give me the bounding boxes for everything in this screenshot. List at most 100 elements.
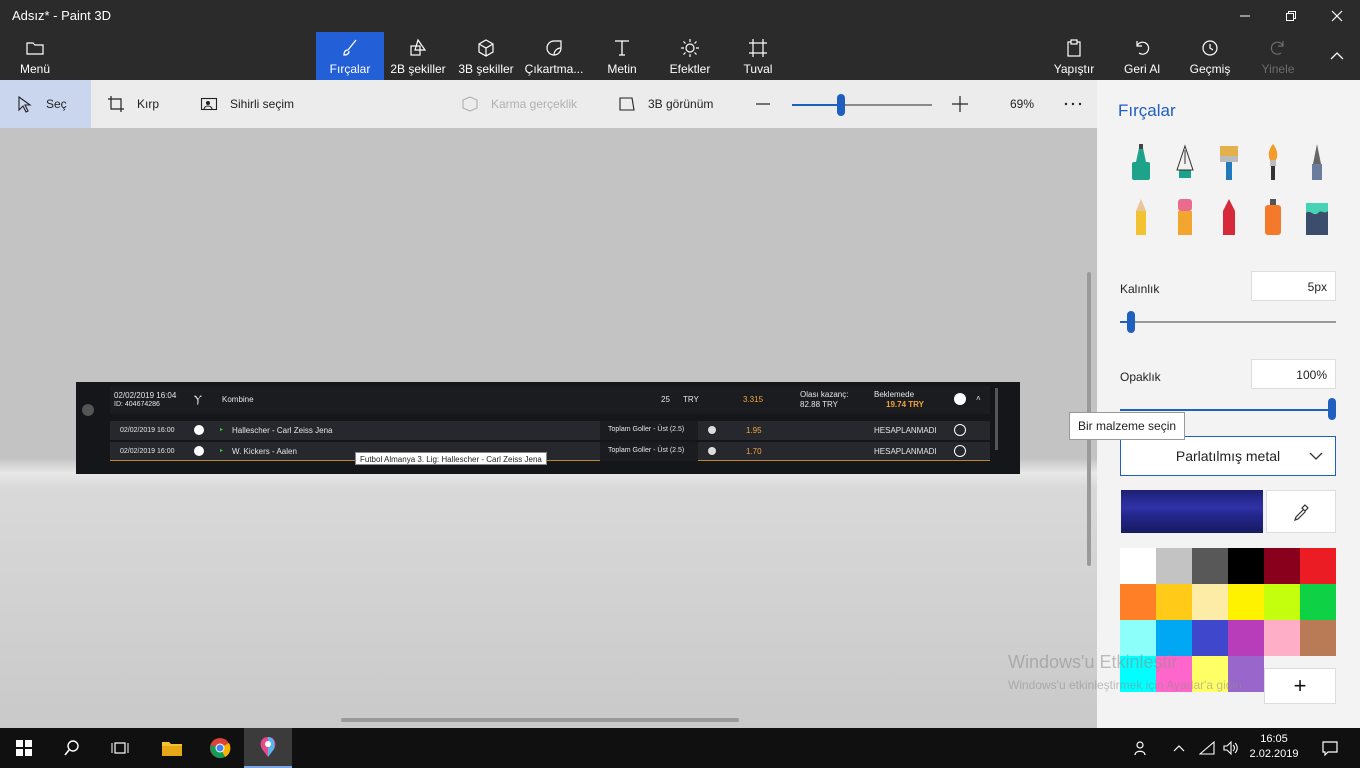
task-view-button[interactable] [96,728,144,768]
zoom-out-button[interactable] [755,80,771,128]
oil-brush-icon[interactable] [1216,142,1242,182]
color-swatch[interactable] [1156,620,1192,656]
tab-canvas[interactable]: Tuval [734,32,782,80]
bet-odds: 3.315 [743,395,764,404]
add-color-button[interactable]: + [1264,668,1336,704]
minus-icon [756,103,770,105]
current-color-swatch[interactable] [1121,490,1263,533]
zoom-level: 69% [1010,97,1035,111]
redo-button[interactable]: Yinele [1254,32,1302,80]
people-button[interactable] [1122,728,1162,768]
material-dropdown[interactable]: Parlatılmış metal [1120,436,1336,476]
color-swatch[interactable] [1120,584,1156,620]
color-swatch[interactable] [1264,620,1300,656]
menu-button[interactable]: Menü [8,32,62,80]
network-button[interactable] [1194,728,1220,768]
color-swatch[interactable] [1300,620,1336,656]
color-swatch[interactable] [1192,584,1228,620]
thickness-slider-thumb[interactable] [1126,311,1135,333]
ribbon: Adsız* - Paint 3D Menü Fırçalar 2B şekil… [0,0,1360,80]
paste-label: Yapıştır [1053,62,1095,76]
chevron-down-icon [1309,452,1323,460]
taskbar-clock[interactable]: 16:05 2.02.2019 [1244,732,1304,762]
taskbar-chrome[interactable] [196,728,244,768]
bet-id: ID: 404674286 [114,401,160,408]
folder-icon [26,42,44,55]
history-button[interactable]: Geçmiş [1186,32,1234,80]
magic-select-tool[interactable]: Sihirli seçim [200,80,294,128]
fill-icon[interactable] [1304,197,1330,237]
zoom-slider[interactable] [792,94,932,116]
image-scrollbar [995,388,998,450]
thickness-input[interactable]: 5px [1251,271,1336,301]
color-swatch[interactable] [1120,548,1156,584]
eyedropper-icon [1294,503,1309,521]
tab-3d-shapes[interactable]: 3B şekiller [455,32,517,80]
color-swatch[interactable] [1120,620,1156,656]
mixed-reality-button[interactable]: Karma gerçeklik [461,80,577,128]
color-swatch[interactable] [1156,584,1192,620]
maximize-button[interactable] [1268,0,1314,32]
color-swatch[interactable] [1228,548,1264,584]
search-button[interactable] [48,728,96,768]
paint-3d-icon [260,737,276,757]
tray-overflow-button[interactable] [1164,728,1194,768]
start-button[interactable] [0,728,48,768]
calligraphy-pen-icon[interactable] [1172,142,1198,182]
color-swatch[interactable] [1264,584,1300,620]
watercolor-icon[interactable] [1260,142,1286,182]
market: Toplam Goller - Üst (2.5) [600,421,698,440]
minimize-button[interactable] [1222,0,1268,32]
2d-shapes-icon [410,38,427,56]
3d-view-icon [619,97,635,111]
close-icon [1331,10,1343,22]
undo-label: Geri Al [1123,62,1160,76]
opacity-slider-thumb[interactable] [1328,398,1336,420]
effects-icon [681,39,699,57]
canvas-icon [749,39,767,57]
taskbar-paint-3d[interactable] [244,728,292,768]
close-button[interactable] [1314,0,1360,32]
more-button[interactable] [1064,80,1082,128]
pixel-pen-icon[interactable] [1304,142,1330,182]
tab-2d-shapes[interactable]: 2B şekiller [387,32,449,80]
crop-tool[interactable]: Kırp [107,80,159,128]
horizontal-scrollbar[interactable] [341,718,739,722]
crayon-icon[interactable] [1216,197,1242,237]
tab-stickers[interactable]: Çıkartma... [522,32,586,80]
color-swatch[interactable] [1156,548,1192,584]
football-icon [194,425,204,435]
color-swatch[interactable] [1300,548,1336,584]
notifications-button[interactable] [1310,728,1350,768]
paste-icon [1067,39,1081,57]
view-3d-button[interactable]: 3B görünüm [618,80,713,128]
select-tool[interactable]: Seç [0,80,91,128]
volume-icon [1223,741,1238,755]
volume-button[interactable] [1218,728,1244,768]
color-swatch[interactable] [1228,584,1264,620]
color-swatch[interactable] [1228,620,1264,656]
zoom-in-button[interactable] [951,80,969,128]
color-swatch[interactable] [1300,584,1336,620]
tab-brushes[interactable]: Fırçalar [316,32,384,80]
color-swatch[interactable] [1192,620,1228,656]
color-swatch[interactable] [1264,548,1300,584]
marker-icon[interactable] [1128,142,1154,182]
taskbar-file-explorer[interactable] [148,728,196,768]
color-swatch[interactable] [1192,548,1228,584]
task-view-icon [111,742,129,754]
collapse-ribbon-button[interactable] [1314,40,1360,72]
eyedropper-button[interactable] [1266,490,1336,533]
paste-button[interactable]: Yapıştır [1050,32,1098,80]
zoom-slider-thumb[interactable] [837,94,845,116]
match-name: W. Kickers - Aalen [232,447,297,456]
combine-icon: Ⲩ [194,394,202,406]
opacity-input[interactable]: 100% [1251,359,1336,389]
thickness-slider[interactable] [1120,321,1336,323]
tab-text[interactable]: Metin [596,32,648,80]
eraser-icon[interactable] [1172,197,1198,237]
pencil-icon[interactable] [1128,197,1154,237]
undo-button[interactable]: Geri Al [1118,32,1166,80]
spray-can-icon[interactable] [1260,197,1286,237]
tab-effects[interactable]: Efektler [662,32,718,80]
